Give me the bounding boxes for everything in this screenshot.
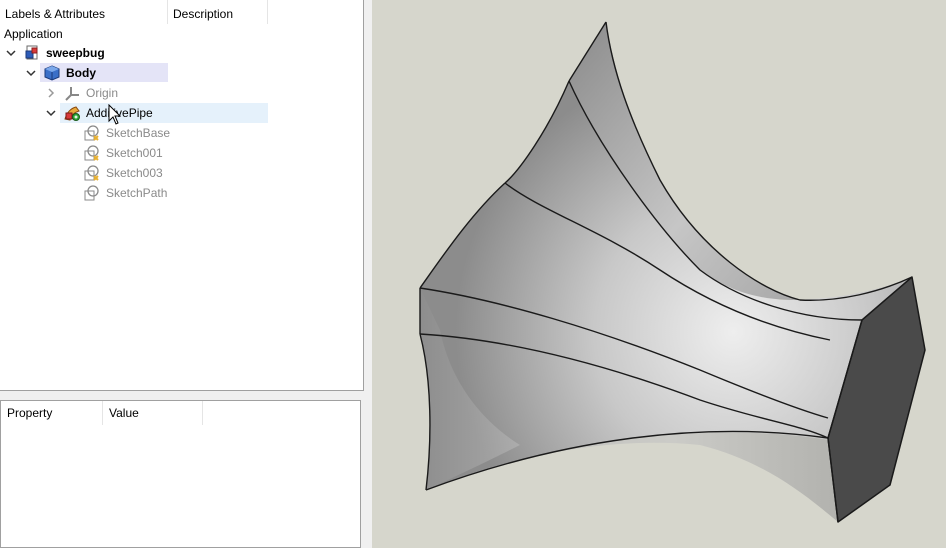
tree-item-origin[interactable]: Origin: [0, 83, 300, 103]
tree-item-sweepbug[interactable]: sweepbug: [0, 43, 300, 63]
tree-item-label: Sketch001: [106, 146, 163, 160]
tree-item-sketch-base[interactable]: SketchBase: [0, 123, 300, 143]
sketch-icon: [84, 185, 99, 201]
body-icon: [44, 65, 60, 81]
3d-viewport[interactable]: [372, 0, 946, 548]
app-window: Labels & Attributes Description Applicat…: [0, 0, 946, 548]
document-icon: [25, 45, 38, 60]
tree-item-additive-pipe[interactable]: AdditivePipe: [0, 103, 268, 123]
tree-item-label: sweepbug: [46, 46, 105, 60]
tree-item-body[interactable]: Body: [0, 63, 300, 83]
tree-header: Labels & Attributes Description: [0, 0, 364, 26]
property-header: Property Value: [1, 401, 360, 425]
combo-view: Labels & Attributes Description Applicat…: [0, 0, 372, 548]
sketch-icon: [84, 125, 99, 141]
panel-splitter[interactable]: [364, 0, 372, 548]
chevron-right-icon[interactable]: [45, 83, 57, 103]
chevron-down-icon[interactable]: [45, 103, 57, 123]
column-header-labels[interactable]: Labels & Attributes: [0, 0, 168, 24]
chevron-down-icon[interactable]: [5, 43, 17, 63]
additive-pipe-icon: [64, 106, 80, 121]
tree-item-sketch-path[interactable]: SketchPath: [0, 183, 300, 203]
tree-item-sketch001[interactable]: Sketch001: [0, 143, 300, 163]
property-view[interactable]: Property Value: [0, 400, 361, 548]
chevron-down-icon[interactable]: [25, 63, 37, 83]
tree-item-label: Sketch003: [106, 166, 163, 180]
column-header-description[interactable]: Description: [168, 0, 268, 24]
sketch-icon: [84, 145, 99, 161]
tree-item-label: SketchPath: [106, 186, 168, 200]
column-header-value[interactable]: Value: [103, 401, 203, 425]
tree-item-label: Origin: [86, 86, 119, 100]
model-tree[interactable]: Labels & Attributes Description Applicat…: [0, 0, 364, 391]
column-header-property[interactable]: Property: [1, 401, 103, 425]
application-root-label: Application: [4, 27, 63, 41]
sketch-icon: [84, 165, 99, 181]
tree-item-label: Body: [66, 66, 96, 80]
tree-item-label: SketchBase: [106, 126, 171, 140]
additive-pipe-model: [419, 21, 926, 523]
mouse-cursor-icon: [108, 104, 122, 125]
origin-icon: [65, 87, 79, 101]
tree-item-sketch003[interactable]: Sketch003: [0, 163, 300, 183]
